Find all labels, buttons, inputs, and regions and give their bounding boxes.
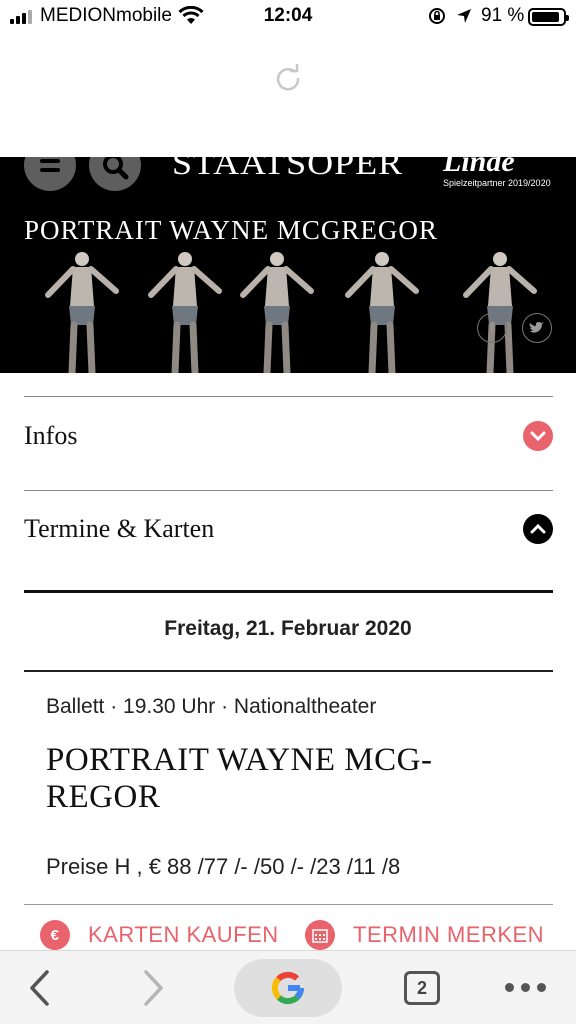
more-options-icon[interactable] (505, 983, 546, 992)
twitter-icon (529, 322, 544, 333)
sponsor-logo[interactable]: Linde (443, 157, 515, 179)
save-date-label: TERMIN MERKEN (353, 922, 545, 947)
sponsor-note: Spielzeitpartner 2019/2020 (443, 178, 551, 188)
twitter-share-button[interactable] (522, 313, 552, 343)
back-arrow-icon[interactable] (27, 969, 53, 1007)
dancers-image (0, 249, 576, 373)
event-meta: Ballett · 19.30 Uhr · Nationaltheater (46, 695, 377, 718)
euro-icon: € (40, 920, 70, 950)
hero-banner: STAATSOPER Linde Spielzeitpartner 2019/2… (0, 157, 576, 373)
accordion-termine[interactable]: Termine & Karten (24, 499, 553, 559)
search-icon (103, 157, 129, 180)
buy-tickets-label: KARTEN KAUFEN (88, 922, 279, 947)
location-arrow-icon (457, 9, 471, 23)
divider (24, 670, 553, 672)
facebook-share-button[interactable]: f (477, 313, 507, 343)
hero-title: PORTRAIT WAYNE MCGREGOR (24, 215, 438, 245)
accordion-infos[interactable]: Infos (24, 406, 553, 466)
battery-percent: 91 % (481, 5, 525, 26)
chevron-up-icon[interactable] (523, 514, 553, 544)
accordion-termine-label: Termine & Karten (24, 514, 215, 543)
google-search-button[interactable] (234, 959, 342, 1017)
menu-button[interactable] (24, 157, 76, 191)
status-bar: MEDIONmobile 12:04 91 % (0, 0, 576, 34)
event-date: Freitag, 21. Februar 2020 (164, 617, 412, 640)
battery-icon (528, 8, 569, 26)
tabs-button[interactable]: 2 (404, 971, 440, 1005)
google-icon (271, 971, 305, 1005)
event-title-line: PORTRAIT WAYNE MCG- (46, 742, 433, 778)
menu-icon (40, 159, 60, 163)
facebook-icon: f (489, 319, 495, 337)
divider (24, 490, 553, 491)
forward-arrow-icon[interactable] (140, 969, 166, 1007)
accordion-infos-label: Infos (24, 421, 78, 450)
browser-toolbar: 2 (0, 950, 576, 1024)
save-date-button[interactable]: TERMIN MERKEN (305, 918, 544, 952)
divider (24, 590, 553, 593)
calendar-icon (305, 920, 335, 950)
divider (24, 396, 553, 397)
rotation-lock-icon (429, 8, 445, 24)
buy-tickets-button[interactable]: € KARTEN KAUFEN (40, 918, 279, 952)
search-button[interactable] (89, 157, 141, 191)
site-logo[interactable]: STAATSOPER (172, 157, 403, 179)
chevron-down-icon[interactable] (523, 421, 553, 451)
event-title-line: REGOR (46, 779, 161, 815)
reload-icon[interactable] (273, 63, 303, 93)
event-title[interactable]: PORTRAIT WAYNE MCG- REGOR (46, 742, 516, 816)
divider (24, 904, 553, 905)
event-prices: Preise H , € 88 /77 /- /50 /- /23 /11 /8 (46, 854, 401, 879)
